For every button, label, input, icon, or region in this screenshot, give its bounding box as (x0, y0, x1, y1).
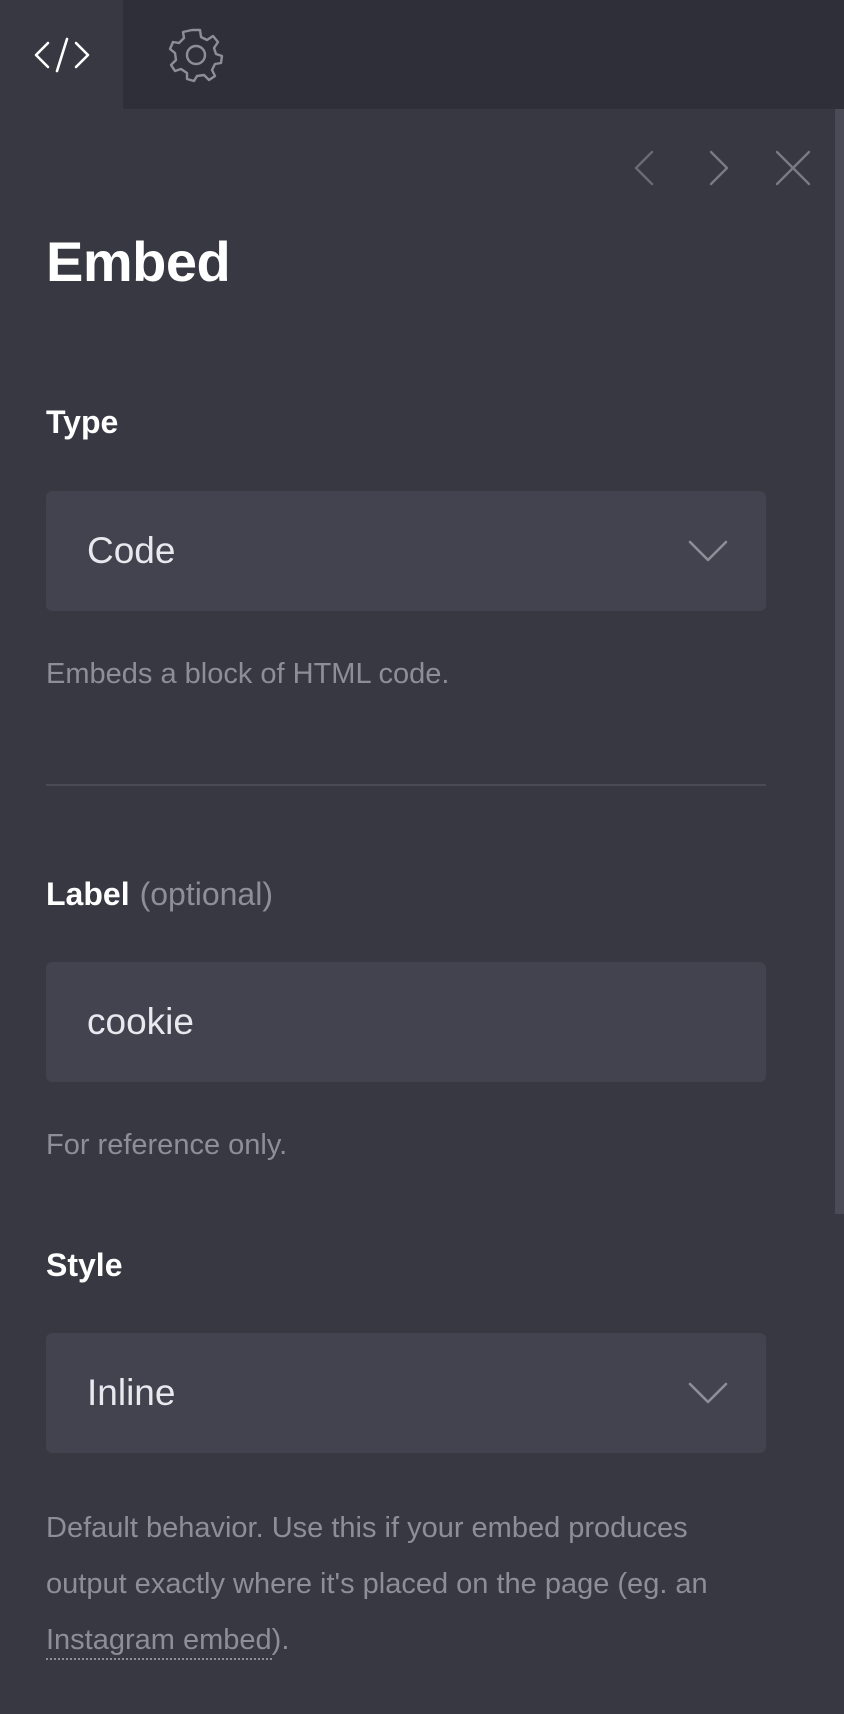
type-help-text: Embeds a block of HTML code. (46, 658, 450, 690)
gear-icon (167, 26, 225, 84)
top-tab-bar (0, 0, 844, 109)
chevron-down-icon (688, 1382, 728, 1404)
section-divider (46, 784, 766, 786)
page-title: Embed (46, 230, 231, 293)
tab-code[interactable] (0, 0, 123, 109)
type-label: Type (46, 404, 119, 440)
style-help-text-end: ). (271, 1624, 290, 1656)
code-icon (34, 35, 90, 75)
next-button[interactable] (695, 148, 743, 192)
type-select-value: Code (87, 530, 176, 571)
chevron-right-icon (708, 150, 730, 191)
label-field-title: Label (46, 876, 130, 912)
close-button[interactable] (768, 148, 818, 192)
style-select[interactable]: Inline (46, 1333, 766, 1453)
scrollbar[interactable] (835, 109, 844, 1214)
instagram-embed-link[interactable]: Instagram embed (46, 1624, 272, 1660)
tab-settings[interactable] (123, 0, 269, 109)
label-input[interactable]: cookie (46, 962, 766, 1082)
label-input-value: cookie (87, 1001, 194, 1042)
close-icon (775, 150, 811, 191)
label-field-label: Label (optional) (46, 874, 273, 914)
style-help-text: Default behavior. Use this if your embed… (46, 1500, 766, 1668)
style-label: Style (46, 1247, 123, 1283)
optional-hint: (optional) (139, 876, 273, 912)
style-help-text-start: Default behavior. Use this if your embed… (46, 1512, 708, 1600)
type-select[interactable]: Code (46, 491, 766, 611)
chevron-down-icon (688, 540, 728, 562)
style-select-value: Inline (87, 1372, 176, 1413)
embed-settings-panel: Embed Type Code Embeds a block of HTML c… (0, 0, 844, 1714)
chevron-left-icon (633, 150, 655, 191)
label-help-text: For reference only. (46, 1129, 288, 1161)
previous-button[interactable] (620, 148, 668, 192)
